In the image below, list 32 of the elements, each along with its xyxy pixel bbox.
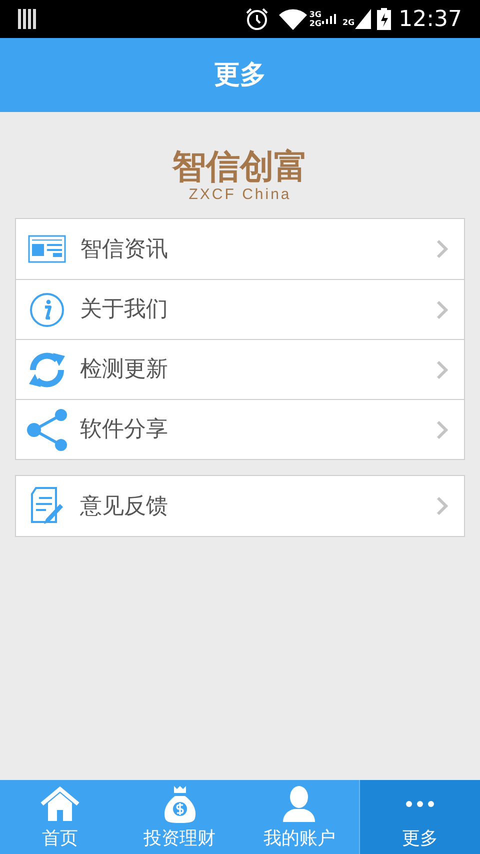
newspaper-icon bbox=[28, 235, 66, 263]
battery-icon bbox=[376, 8, 391, 30]
money-bag-icon bbox=[162, 784, 197, 824]
chevron-right-icon bbox=[436, 239, 448, 259]
home-icon bbox=[40, 786, 80, 822]
alarm-clock-icon bbox=[245, 7, 270, 31]
chevron-right-icon bbox=[436, 300, 448, 320]
signal-icon bbox=[354, 9, 371, 29]
menu-item[interactable]: 关于我们 bbox=[16, 279, 464, 339]
signal-icon bbox=[322, 14, 336, 24]
tab-button[interactable]: 更多 bbox=[359, 780, 480, 854]
chevron-right-icon bbox=[436, 496, 448, 516]
note-pencil-icon bbox=[30, 486, 64, 526]
user-icon bbox=[281, 785, 318, 823]
clock-time: 12:37 bbox=[398, 6, 462, 34]
more-icon bbox=[405, 800, 436, 808]
barcode-icon bbox=[18, 9, 36, 29]
network-label: 2G bbox=[309, 19, 322, 28]
page-title: 更多 bbox=[214, 58, 266, 92]
menu-item[interactable]: 检测更新 bbox=[16, 339, 464, 399]
logo-subtitle: ZXCF China bbox=[188, 186, 292, 204]
share-icon bbox=[25, 408, 69, 452]
chevron-right-icon bbox=[436, 360, 448, 380]
menu-item[interactable]: 意见反馈 bbox=[16, 476, 464, 536]
menu-item[interactable]: 软件分享 bbox=[16, 399, 464, 459]
chevron-right-icon bbox=[436, 420, 448, 440]
menu-item[interactable]: 智信资讯 bbox=[16, 219, 464, 279]
wifi-icon bbox=[279, 8, 308, 30]
network-label: 2G bbox=[342, 17, 355, 29]
logo-name: 智信创富 bbox=[172, 148, 308, 186]
network-label: 3G bbox=[309, 10, 322, 19]
info-icon bbox=[29, 292, 65, 328]
